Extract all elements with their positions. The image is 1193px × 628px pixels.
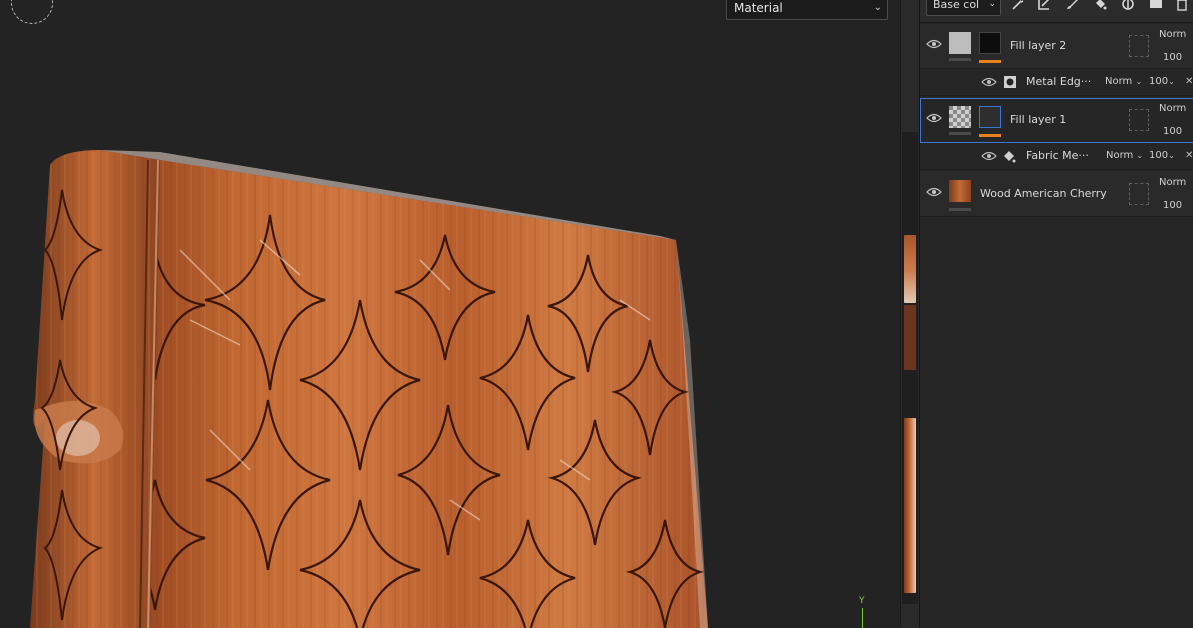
effect-blend-mode[interactable]: Norm ⌄ (1105, 76, 1142, 87)
layer-name: Fill layer 1 (1010, 113, 1067, 126)
layer-thumb-bar (949, 208, 971, 211)
effect-name: Fabric Me··· (1026, 149, 1089, 162)
close-icon[interactable]: ✕ (1185, 76, 1193, 87)
paint-bucket-icon (1004, 151, 1016, 163)
layer-mask-thumbnail[interactable] (979, 32, 1001, 54)
layer-panel: Base col ⌄ Fill layer 2 Norm 100 Metal E… (919, 0, 1193, 628)
eye-icon[interactable] (981, 77, 997, 87)
eye-icon[interactable] (926, 187, 942, 197)
effect-blend-label: Norm (1105, 76, 1133, 87)
generator-icon (1004, 76, 1016, 88)
y-axis-label: Y (859, 596, 865, 606)
eye-icon[interactable] (981, 151, 997, 161)
opacity-value[interactable]: 100 (1163, 126, 1182, 137)
eye-icon[interactable] (926, 39, 942, 49)
layer-color-thumbnail (949, 32, 971, 54)
y-axis-gizmo (862, 608, 863, 628)
effect-row-fabric[interactable]: Fabric Me··· Norm ⌄ 100⌄ ✕ (920, 143, 1193, 170)
mask-slot[interactable] (1129, 109, 1149, 131)
preview-thumb-2[interactable] (904, 305, 916, 370)
close-icon[interactable]: ✕ (1185, 150, 1193, 161)
effect-name: Metal Edg··· (1026, 75, 1092, 88)
layer-name: Wood American Cherry (980, 187, 1107, 200)
chevron-down-icon: ⌄ (873, 2, 882, 13)
effect-opacity[interactable]: 100⌄ (1149, 76, 1175, 87)
brush-icon[interactable] (1064, 0, 1080, 12)
channel-select[interactable]: Base col ⌄ (926, 0, 1001, 16)
preview-thumb-3[interactable] (904, 418, 916, 593)
textured-model[interactable] (0, 0, 900, 628)
layer-thumb-bar (949, 132, 971, 135)
effects-icon[interactable] (1120, 0, 1136, 12)
effect-row-metal-edge[interactable]: Metal Edg··· Norm ⌄ 100⌄ ✕ (920, 69, 1193, 96)
blend-mode[interactable]: Norm (1159, 29, 1186, 40)
blend-mode[interactable]: Norm (1159, 177, 1186, 188)
layer-fill-layer-2[interactable]: Fill layer 2 Norm 100 (920, 24, 1193, 69)
layer-fill-layer-1[interactable]: Fill layer 1 Norm 100 (920, 98, 1193, 143)
preview-thumb-1[interactable] (904, 235, 916, 303)
mask-slot[interactable] (1129, 35, 1149, 57)
paint-bucket-icon[interactable] (1092, 0, 1108, 12)
effect-blend-label: Norm (1106, 150, 1134, 161)
viewport-mode-value: Material (734, 1, 783, 15)
magic-wand-icon[interactable] (1010, 0, 1026, 12)
effect-blend-mode[interactable]: Norm ⌄ (1106, 150, 1143, 161)
chevron-down-icon: ⌄ (988, 0, 996, 9)
eye-icon[interactable] (926, 113, 942, 123)
mask-active-bar (979, 60, 1001, 63)
material-thumbnail (949, 180, 971, 202)
layer-color-thumbnail (949, 106, 971, 128)
folder-icon[interactable] (1148, 0, 1164, 12)
mask-slot[interactable] (1129, 183, 1149, 205)
viewport-mode-select[interactable]: Material ⌄ (726, 0, 888, 20)
opacity-value[interactable]: 100 (1163, 52, 1182, 63)
layer-wood-american-cherry[interactable]: Wood American Cherry Norm 100 (920, 172, 1193, 217)
layer-toolbar: Base col ⌄ (920, 0, 1193, 23)
blend-mode[interactable]: Norm (1159, 103, 1186, 114)
effect-opacity-label: 100 (1149, 150, 1169, 161)
effect-opacity[interactable]: 100⌄ (1149, 150, 1175, 161)
viewport-scroll-strip[interactable] (900, 0, 920, 628)
effect-opacity-label: 100 (1149, 76, 1169, 87)
3d-viewport[interactable]: Material ⌄ Y (0, 0, 900, 628)
layer-thumb-bar (949, 58, 971, 61)
layer-mask-thumbnail[interactable] (979, 106, 1001, 128)
trash-icon[interactable] (1174, 0, 1190, 12)
add-mask-icon[interactable] (1036, 0, 1052, 12)
channel-select-value: Base col (933, 0, 980, 11)
opacity-value[interactable]: 100 (1163, 200, 1182, 211)
layer-name: Fill layer 2 (1010, 39, 1067, 52)
mask-active-bar (979, 134, 1001, 137)
